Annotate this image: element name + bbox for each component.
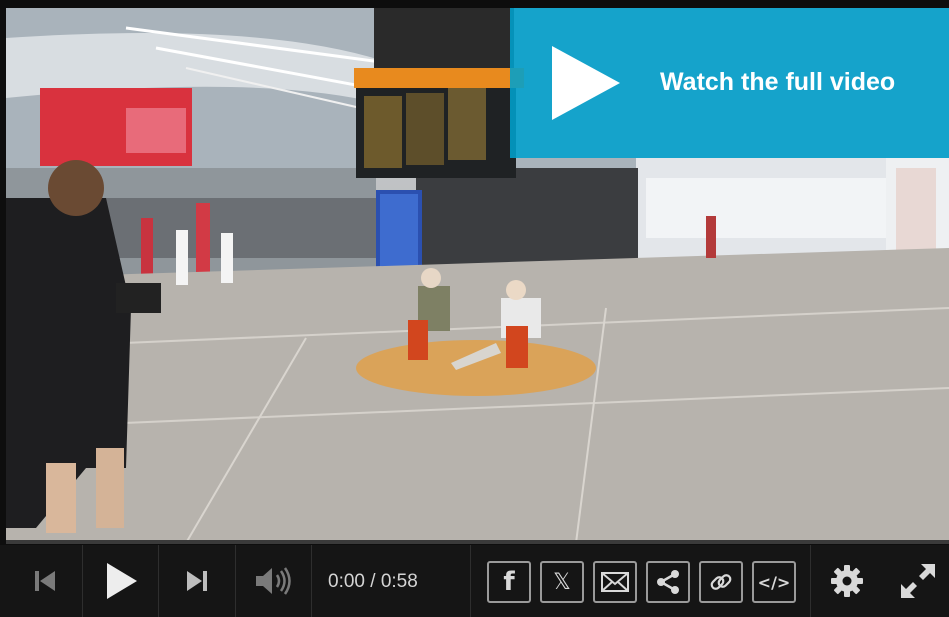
skip-forward-button[interactable] (159, 545, 234, 617)
time-display: 0:00 / 0:58 (328, 571, 418, 592)
progress-bar[interactable] (6, 540, 949, 544)
watch-full-video-button[interactable]: Watch the full video (510, 8, 949, 158)
share-button[interactable] (646, 561, 690, 603)
play-button[interactable] (83, 545, 158, 617)
embed-button[interactable]: </> (752, 561, 796, 603)
divider (311, 545, 312, 617)
share-icon (657, 570, 679, 594)
skip-forward-icon (186, 571, 207, 591)
volume-icon (255, 567, 291, 595)
x-icon: 𝕏 (553, 569, 571, 595)
copy-link-button[interactable] (699, 561, 743, 603)
email-icon (601, 572, 629, 592)
skip-back-icon (35, 571, 55, 591)
settings-icon (831, 565, 863, 597)
x-share-button[interactable]: 𝕏 (540, 561, 584, 603)
volume-button[interactable] (236, 545, 311, 617)
link-icon (710, 574, 732, 590)
embed-icon: </> (757, 572, 791, 592)
top-strip (0, 0, 949, 8)
skip-back-button[interactable] (10, 545, 80, 617)
fullscreen-button[interactable] (886, 545, 949, 617)
email-share-button[interactable] (593, 561, 637, 603)
control-bar: 0:00 / 0:58 f 𝕏 </> (0, 545, 949, 617)
facebook-icon: f (503, 567, 515, 597)
play-icon (552, 46, 620, 120)
fullscreen-icon (900, 564, 935, 598)
facebook-share-button[interactable]: f (487, 561, 531, 603)
divider (470, 545, 471, 617)
play-icon (106, 563, 137, 599)
video-player[interactable]: Watch the full video 0:00 / 0:58 f 𝕏 </> (0, 0, 949, 617)
settings-button[interactable] (811, 545, 883, 617)
watch-full-video-label: Watch the full video (660, 68, 896, 96)
